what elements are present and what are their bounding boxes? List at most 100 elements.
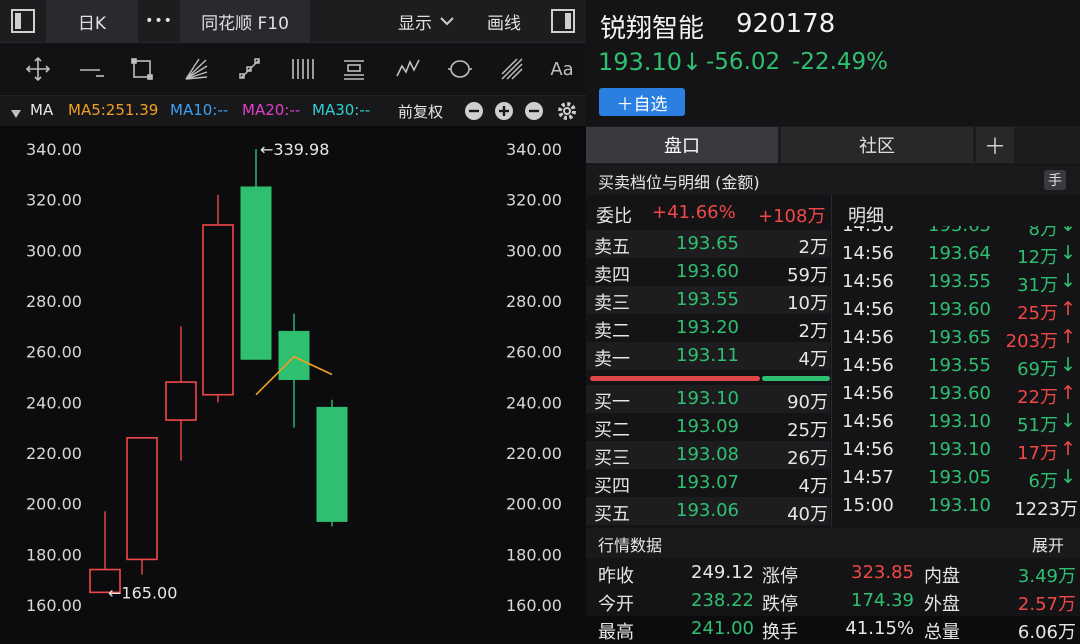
detail-title: 明细 [848,206,884,227]
more-button[interactable]: ••• [140,0,178,42]
bid-row[interactable]: 买三 193.08 26万 [586,441,830,469]
bars-icon[interactable] [286,53,318,85]
ma10-value: MA10:-- [170,101,229,119]
period-button[interactable]: 日K [46,0,138,42]
y-tick-label-left: 340.00 [26,140,82,159]
level-price: 193.07 [676,472,739,493]
sidebar-toggle-icon[interactable] [6,0,40,42]
draw-button[interactable]: 画线 [476,0,532,42]
minus-circle-icon[interactable] [464,101,484,125]
market-value: 2.57万 [1017,594,1076,615]
stock-pct: -22.49% [792,49,888,75]
gear-icon[interactable] [556,100,578,126]
bid-row[interactable]: 买一 193.10 90万 [586,385,830,413]
ask-row[interactable]: 卖四 193.60 59万 [586,258,830,286]
market-row: 最高 241.00 换手 41.15% 总量 6.06万 [586,616,1080,644]
pitchfork-icon[interactable] [496,53,528,85]
low-price-label: ←165.00 [108,583,177,602]
kline-panel: 日K ••• 同花顺 F10 显示 画线 Aa MA MA5:251.39 MA… [0,0,586,616]
level-volume: 2万 [798,321,828,342]
y-tick-label-right: 280.00 [506,292,562,311]
market-value: 249.12 [691,562,754,583]
bid-row[interactable]: 买二 193.09 25万 [586,413,830,441]
market-value: 41.15% [845,618,914,639]
move-icon[interactable] [22,53,54,85]
level-label: 买三 [594,448,630,469]
stock-change: -56.02 [706,49,781,75]
tick-time: 14:56 [842,439,894,460]
add-tab-button[interactable]: ＋ [976,127,1014,163]
adjust-label[interactable]: 前复权 [398,101,443,122]
y-tick-label-right: 340.00 [506,140,562,159]
market-label: 昨收 [598,566,634,587]
tick-price: 193.60 [928,383,991,404]
unit-toggle-button[interactable]: 手 [1044,170,1066,190]
ask-row[interactable]: 卖五 193.65 2万 [586,230,830,258]
kline-chart[interactable]: 340.00 340.00 320.00 320.00 300.00 300.00 280.… [0,127,586,616]
y-tick-label-right: 240.00 [506,393,562,412]
market-value: 174.39 [851,590,914,611]
tick-row: 14:56 193.65 8万↓ [834,226,1080,240]
tick-row: 14:56 193.60 22万 ↑ [834,380,1080,408]
ask-row[interactable]: 卖一 193.11 4万 [586,342,830,370]
ma-indicator-bar: MA MA5:251.39 MA10:-- MA20:-- MA30:-- 前复… [0,96,586,126]
level-volume: 59万 [787,265,828,286]
column-divider [831,195,832,527]
market-row: 今开 238.22 跌停 174.39 外盘 2.57万 [586,588,1080,616]
level-price: 193.11 [676,345,739,366]
y-tick-label-left: 200.00 [26,495,82,514]
panel-toggle-icon[interactable] [546,0,580,42]
tick-row: 14:56 193.60 25万 ↑ [834,296,1080,324]
tick-price: 193.60 [928,299,991,320]
ma-label[interactable]: MA [30,101,53,119]
orderbook-title: 买卖档位与明细 (金额) [598,173,760,192]
tick-direction-icon: ↑ [1060,382,1076,404]
market-value: 238.22 [691,590,754,611]
tick-price: 193.10 [928,439,991,460]
cycle-icon[interactable] [444,53,476,85]
f10-button[interactable]: 同花顺 F10 [180,0,310,42]
tab-pankou[interactable]: 盘口 [586,127,778,163]
text-tool-icon[interactable]: Aa [546,53,578,85]
tick-time: 14:56 [842,271,894,292]
add-watchlist-button[interactable]: ＋自选 [599,88,685,116]
display-dropdown[interactable]: 显示 [386,0,466,42]
ask-row[interactable]: 卖二 193.20 2万 [586,314,830,342]
tick-price: 193.65 [928,327,991,348]
ask-row[interactable]: 卖三 193.55 10万 [586,286,830,314]
market-label: 总量 [924,622,960,643]
candle-body-up [202,224,234,396]
bid-row[interactable]: 买四 193.07 4万 [586,469,830,497]
tick-time: 14:56 [842,355,894,376]
tick-price: 193.55 [928,355,991,376]
text-lines-icon[interactable] [338,53,370,85]
bid-row[interactable]: 买五 193.06 40万 [586,497,830,525]
channel-icon[interactable] [234,53,266,85]
tick-time: 14:56 [842,243,894,264]
tick-volume: 203万 [1005,331,1058,352]
expand-button[interactable]: 展开 [1032,532,1064,556]
tab-community[interactable]: 社区 [781,127,973,163]
level-volume: 10万 [787,293,828,314]
tick-volume: 1223万 [1014,499,1078,520]
market-label: 换手 [762,622,798,643]
market-label: 内盘 [924,566,960,587]
fan-icon[interactable] [180,53,212,85]
collapse-triangle-icon[interactable] [10,105,22,123]
stock-price: 193.10↓ [598,48,703,76]
level-price: 193.08 [676,444,739,465]
crop-icon[interactable] [126,53,158,85]
stock-name: 锐翔智能 [600,14,705,44]
candle-body-up [165,381,197,421]
wave-icon[interactable] [392,53,424,85]
ma30-value: MA30:-- [312,101,371,119]
level-volume: 25万 [787,420,828,441]
line-icon[interactable] [75,53,107,85]
level-volume: 90万 [787,392,828,413]
level-volume: 4万 [798,476,828,497]
tick-volume: 12万 [1017,247,1058,268]
level-volume: 4万 [798,349,828,370]
tick-direction-icon: ↓ [1060,466,1076,488]
plus-circle-icon[interactable] [494,101,514,125]
remove-circle-icon[interactable] [524,101,544,125]
